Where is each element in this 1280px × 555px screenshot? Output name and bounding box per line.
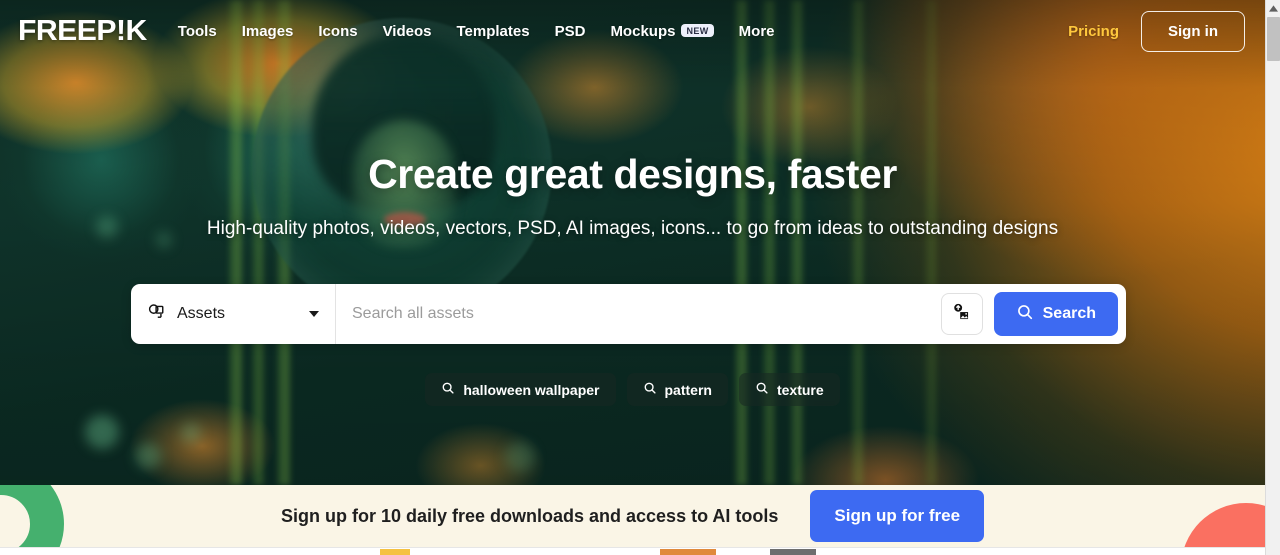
magnifier-icon (441, 381, 455, 398)
coral-circle-decoration (1181, 503, 1265, 547)
hero-section: FREEP!K Tools Images Icons Videos Templa… (0, 0, 1265, 485)
asset-type-dropdown[interactable]: Assets (131, 284, 336, 344)
suggestion-chip-label: texture (776, 381, 824, 398)
nav-item-more[interactable]: More (739, 23, 775, 40)
search-input[interactable] (336, 284, 941, 344)
sign-in-button[interactable]: Sign in (1141, 11, 1245, 52)
scroll-up-arrow-icon[interactable] (1266, 0, 1280, 16)
nav-right-group: Pricing Sign in (1068, 11, 1245, 52)
nav-item-mockups[interactable]: Mockups NEW (610, 23, 714, 40)
asset-type-label: Assets (177, 305, 226, 322)
nav-item-psd[interactable]: PSD (555, 23, 586, 40)
signup-banner-text: Sign up for 10 daily free downloads and … (280, 505, 779, 526)
nav-links: Tools Images Icons Videos Templates PSD … (178, 23, 775, 40)
shapes-icon (147, 302, 166, 326)
image-upload-search-icon (951, 302, 972, 326)
next-section-sliver (0, 547, 1265, 555)
page-root: FREEP!K Tools Images Icons Videos Templa… (0, 0, 1280, 555)
nav-item-mockups-label: Mockups (610, 23, 676, 40)
vertical-scrollbar[interactable] (1265, 0, 1280, 555)
nav-item-tools[interactable]: Tools (178, 23, 217, 40)
magnifier-icon (1016, 303, 1034, 326)
signup-banner: Sign up for 10 daily free downloads and … (0, 485, 1265, 547)
top-navigation-bar: FREEP!K Tools Images Icons Videos Templa… (0, 0, 1265, 63)
nav-item-templates[interactable]: Templates (457, 23, 530, 40)
suggestion-chip-halloween-wallpaper[interactable]: halloween wallpaper (425, 373, 616, 406)
suggestion-chip-texture[interactable]: texture (738, 373, 840, 406)
scrollbar-thumb[interactable] (1267, 17, 1280, 61)
next-section-swatch (660, 549, 716, 555)
hero-subtitle: High-quality photos, videos, vectors, PS… (206, 217, 1059, 239)
new-badge: NEW (681, 24, 714, 37)
freepik-logo[interactable]: FREEP!K (18, 17, 147, 46)
chevron-down-icon (309, 311, 319, 317)
image-upload-search-button[interactable] (940, 293, 983, 335)
suggestion-chip-pattern[interactable]: pattern (626, 373, 728, 406)
nav-item-videos[interactable]: Videos (383, 23, 432, 40)
next-section-swatch (770, 549, 816, 555)
hero-title: Create great designs, faster (368, 151, 897, 197)
suggestion-chip-label: halloween wallpaper (463, 381, 600, 398)
green-arc-decoration (0, 485, 64, 547)
search-bar: Assets Search all assets Search (131, 284, 1126, 344)
nav-item-images[interactable]: Images (242, 23, 294, 40)
pricing-link[interactable]: Pricing (1068, 23, 1119, 40)
nav-item-icons[interactable]: Icons (318, 23, 357, 40)
magnifier-icon (755, 381, 769, 398)
suggestion-chip-label: pattern (664, 381, 712, 398)
next-section-swatch (380, 549, 410, 555)
search-button[interactable]: Search (993, 292, 1118, 336)
magnifier-icon (643, 381, 657, 398)
search-button-label: Search (1042, 305, 1096, 322)
sign-up-for-free-button[interactable]: Sign up for free (810, 490, 985, 542)
search-suggestions: halloween wallpaper pattern texture (0, 373, 1265, 406)
